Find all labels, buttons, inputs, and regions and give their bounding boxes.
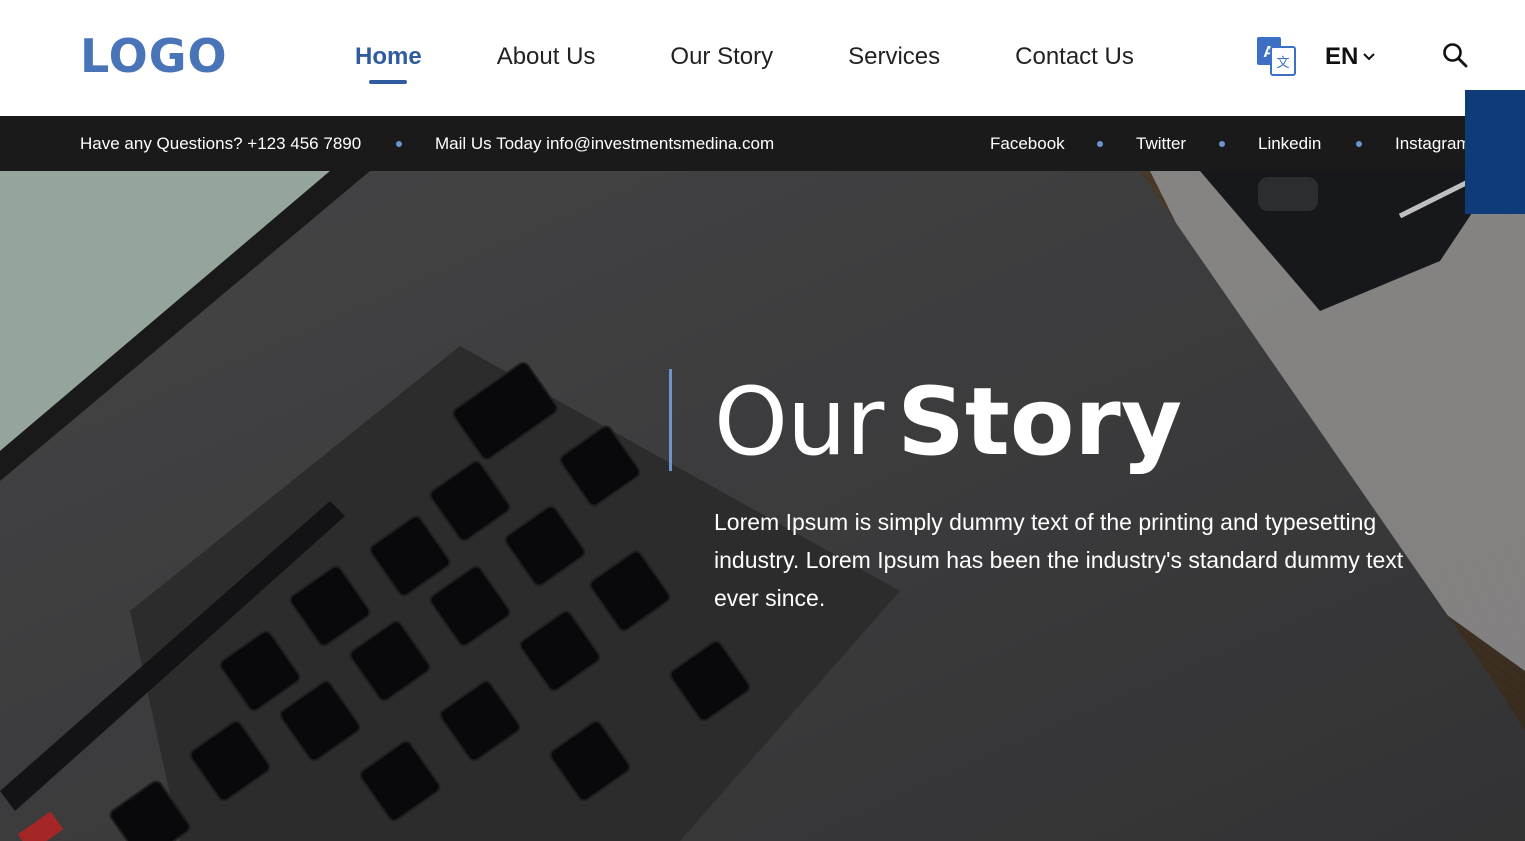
hero-title-bold: Story bbox=[897, 368, 1183, 477]
svg-text:文: 文 bbox=[1276, 56, 1289, 71]
separator-dot bbox=[396, 141, 402, 147]
nav-item-home[interactable]: Home bbox=[355, 40, 422, 74]
hero-description: Lorem Ipsum is simply dummy text of the … bbox=[714, 509, 1404, 611]
nav-item-about-us[interactable]: About Us bbox=[497, 40, 596, 74]
nav-item-our-story[interactable]: Our Story bbox=[670, 40, 773, 74]
separator-dot bbox=[1356, 141, 1362, 147]
hero-title: Our Story bbox=[714, 371, 1182, 475]
language-selector[interactable]: EN bbox=[1325, 42, 1376, 72]
hero-title-light: Our bbox=[714, 368, 884, 477]
translate-icon[interactable]: A 文 bbox=[1256, 36, 1296, 76]
main-nav: Home About Us Our Story Services Contact… bbox=[355, 40, 1134, 74]
separator-dot bbox=[1219, 141, 1225, 147]
chevron-down-icon bbox=[1363, 53, 1376, 61]
nav-item-services[interactable]: Services bbox=[848, 40, 940, 74]
contact-bar: Have any Questions? +123 456 7890 Mail U… bbox=[0, 116, 1525, 171]
logo[interactable]: LOGO bbox=[80, 30, 228, 82]
nav-item-contact-us[interactable]: Contact Us bbox=[1015, 40, 1134, 74]
language-label: EN bbox=[1325, 43, 1359, 70]
social-link-facebook[interactable]: Facebook bbox=[990, 133, 1065, 155]
social-link-twitter[interactable]: Twitter bbox=[1136, 133, 1186, 155]
site-header: LOGO Home About Us Our Story Services Co… bbox=[0, 0, 1525, 116]
side-accent-block[interactable] bbox=[1465, 90, 1525, 214]
mail-info[interactable]: Mail Us Today info@investmentsmedina.com bbox=[435, 133, 774, 155]
separator-dot bbox=[1097, 141, 1103, 147]
phone-info[interactable]: Have any Questions? +123 456 7890 bbox=[80, 133, 361, 155]
hero-accent-bar bbox=[669, 369, 672, 471]
social-link-instagram[interactable]: Instagram bbox=[1395, 133, 1471, 155]
social-link-linkedin[interactable]: Linkedin bbox=[1258, 133, 1321, 155]
search-icon[interactable] bbox=[1442, 42, 1468, 68]
hero-section: Our Story Lorem Ipsum is simply dummy tex… bbox=[0, 171, 1525, 841]
